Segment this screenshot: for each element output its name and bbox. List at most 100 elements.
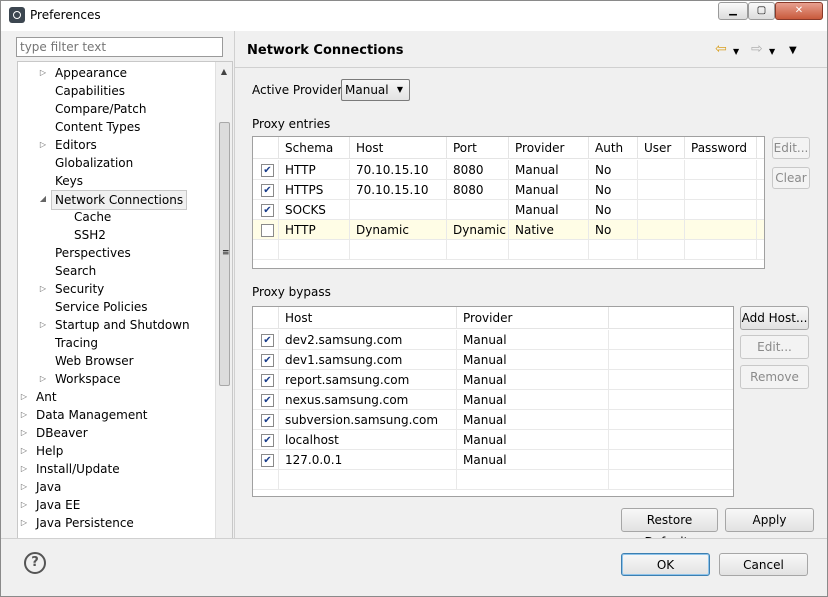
tree-item[interactable]: ▷ Java EE <box>18 496 216 514</box>
tree-item[interactable]: ▷ Appearance <box>18 64 216 82</box>
table-row[interactable]: ✔ nexus.samsung.com Manual <box>253 390 733 410</box>
table-cell: Manual <box>457 390 609 410</box>
table-row[interactable]: ✔ dev2.samsung.com Manual <box>253 330 733 350</box>
collapsed-twistie-icon[interactable]: ▷ <box>38 316 48 334</box>
bypass-edit-button[interactable]: Edit... <box>740 335 809 359</box>
row-checkbox[interactable] <box>261 224 274 237</box>
collapsed-twistie-icon[interactable]: ▷ <box>19 424 29 442</box>
forward-menu-chevron-icon[interactable]: ▼ <box>769 44 775 60</box>
tree-item[interactable]: Compare/Patch <box>18 100 216 118</box>
tree-item[interactable]: ▷ Java <box>18 478 216 496</box>
view-menu-icon[interactable]: ▼ <box>789 43 797 59</box>
tree-item[interactable]: ▷ DBeaver <box>18 424 216 442</box>
row-checkbox[interactable]: ✔ <box>261 184 274 197</box>
table-row[interactable]: ✔ localhost Manual <box>253 430 733 450</box>
tree-item[interactable]: ▷ Workspace <box>18 370 216 388</box>
collapsed-twistie-icon[interactable]: ▷ <box>19 514 29 532</box>
tree-item[interactable]: ▷ Security <box>18 280 216 298</box>
collapsed-twistie-icon[interactable]: ▷ <box>38 370 48 388</box>
collapsed-twistie-icon[interactable]: ▷ <box>38 280 48 298</box>
apply-button[interactable]: Apply <box>725 508 814 532</box>
entries-edit-button[interactable]: Edit... <box>772 137 810 159</box>
forward-arrow-icon[interactable]: ⇨ <box>751 41 763 57</box>
table-row[interactable]: ✔ dev1.samsung.com Manual <box>253 350 733 370</box>
tree-item[interactable]: Tracing <box>18 334 216 352</box>
row-checkbox[interactable]: ✔ <box>261 434 274 447</box>
tree-item[interactable]: Content Types <box>18 118 216 136</box>
row-checkbox[interactable]: ✔ <box>261 354 274 367</box>
column-header[interactable]: Provider <box>457 307 609 329</box>
row-checkbox[interactable]: ✔ <box>261 164 274 177</box>
proxy-bypass-table[interactable]: Host Provider ✔ dev2.samsung.com Manual ✔ dev1… <box>252 306 734 497</box>
tree-item[interactable]: Search <box>18 262 216 280</box>
table-header: Schema Host Port Provider Auth User Password <box>253 137 764 159</box>
table-row[interactable]: ✔ subversion.samsung.com Manual <box>253 410 733 430</box>
scroll-thumb[interactable]: ≡ <box>219 122 230 386</box>
row-checkbox[interactable]: ✔ <box>261 334 274 347</box>
back-arrow-icon[interactable]: ⇦ <box>715 41 727 57</box>
tree-item[interactable]: ▷ Ant <box>18 388 216 406</box>
restore-defaults-button[interactable]: Restore Defaults <box>621 508 718 549</box>
tree-item[interactable]: ▷ Data Management <box>18 406 216 424</box>
tree-item[interactable]: ▷ Startup and Shutdown <box>18 316 216 334</box>
collapsed-twistie-icon[interactable]: ▷ <box>19 496 29 514</box>
tree-item[interactable]: Web Browser <box>18 352 216 370</box>
tree-item[interactable]: Cache <box>18 208 216 226</box>
active-provider-select[interactable]: Manual ▼ <box>341 79 410 101</box>
remove-button[interactable]: Remove <box>740 365 809 389</box>
cancel-button[interactable]: Cancel <box>719 553 808 576</box>
row-checkbox[interactable]: ✔ <box>261 454 274 467</box>
row-checkbox[interactable]: ✔ <box>261 374 274 387</box>
table-row[interactable]: ✔ 127.0.0.1 Manual <box>253 450 733 470</box>
tree-item-label: Java <box>36 480 62 494</box>
tree-scrollbar[interactable]: ▲ ≡ ▼ <box>215 62 232 565</box>
tree-item[interactable]: ▷ Install/Update <box>18 460 216 478</box>
column-header[interactable]: User <box>638 137 685 159</box>
add-host-button[interactable]: Add Host... <box>740 306 809 330</box>
filter-input[interactable] <box>16 37 223 57</box>
column-header[interactable]: Provider <box>509 137 589 159</box>
proxy-entries-table[interactable]: Schema Host Port Provider Auth User Password ✔ H… <box>252 136 765 269</box>
collapsed-twistie-icon[interactable]: ▷ <box>19 460 29 478</box>
tree-item[interactable]: Globalization <box>18 154 216 172</box>
collapsed-twistie-icon[interactable]: ▷ <box>38 136 48 154</box>
ok-button[interactable]: OK <box>621 553 710 576</box>
collapsed-twistie-icon[interactable]: ▷ <box>19 388 29 406</box>
tree-item[interactable]: Service Policies <box>18 298 216 316</box>
table-row[interactable]: ✔ report.samsung.com Manual <box>253 370 733 390</box>
tree-item[interactable]: SSH2 <box>18 226 216 244</box>
entries-clear-button[interactable]: Clear <box>772 167 810 189</box>
expanded-twistie-icon[interactable]: ◢ <box>38 190 48 208</box>
collapsed-twistie-icon[interactable]: ▷ <box>19 478 29 496</box>
column-header[interactable]: Auth <box>589 137 638 159</box>
table-row[interactable]: ✔ HTTPS 70.10.15.10 8080 Manual No <box>253 180 764 200</box>
tree-item[interactable]: ▷ Editors <box>18 136 216 154</box>
column-header[interactable]: Port <box>447 137 509 159</box>
maximize-button[interactable]: ▢ <box>748 2 775 20</box>
column-header[interactable]: Host <box>350 137 447 159</box>
column-header[interactable]: Password <box>685 137 757 159</box>
row-checkbox[interactable]: ✔ <box>261 394 274 407</box>
table-row[interactable]: ✔ SOCKS Manual No <box>253 200 764 220</box>
collapsed-twistie-icon[interactable]: ▷ <box>19 406 29 424</box>
row-checkbox[interactable]: ✔ <box>261 414 274 427</box>
tree-item[interactable]: ◢ Network Connections <box>18 190 216 210</box>
tree-item[interactable]: ▷ Java Persistence <box>18 514 216 532</box>
tree-item[interactable]: Perspectives <box>18 244 216 262</box>
tree-item[interactable]: Keys <box>18 172 216 190</box>
table-row[interactable]: ✔ HTTP 70.10.15.10 8080 Manual No <box>253 160 764 180</box>
column-header[interactable]: Schema <box>279 137 350 159</box>
minimize-button[interactable]: ▁ <box>718 2 748 20</box>
collapsed-twistie-icon[interactable]: ▷ <box>19 442 29 460</box>
help-icon[interactable]: ? <box>24 552 46 574</box>
table-row[interactable]: HTTP Dynamic Dynamic Native No <box>253 220 764 240</box>
back-menu-chevron-icon[interactable]: ▼ <box>733 44 739 60</box>
collapsed-twistie-icon[interactable]: ▷ <box>38 64 48 82</box>
scroll-up-icon[interactable]: ▲ <box>216 64 232 80</box>
row-checkbox[interactable]: ✔ <box>261 204 274 217</box>
tree-item-label: SSH2 <box>74 228 106 242</box>
tree-item[interactable]: Capabilities <box>18 82 216 100</box>
tree-item[interactable]: ▷ Help <box>18 442 216 460</box>
close-button[interactable]: ✕ <box>775 2 823 20</box>
column-header[interactable]: Host <box>279 307 457 329</box>
